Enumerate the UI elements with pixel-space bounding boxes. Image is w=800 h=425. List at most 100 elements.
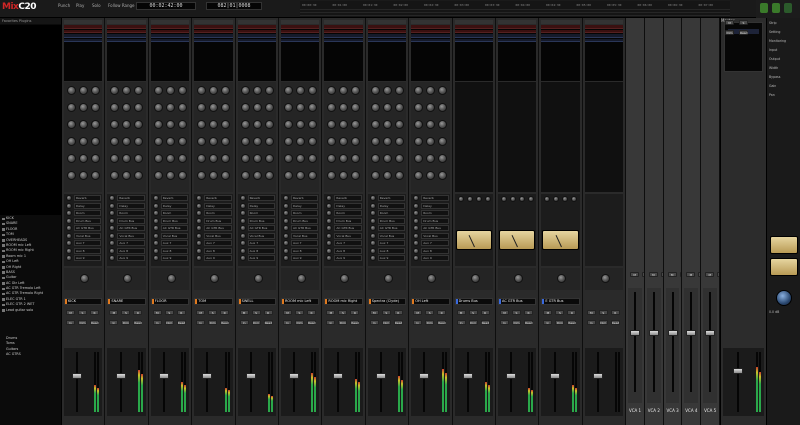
- eq-knob[interactable]: [284, 154, 293, 163]
- pan-knob[interactable]: [210, 274, 220, 283]
- eq-knob[interactable]: [426, 137, 436, 146]
- eq-knob[interactable]: [110, 171, 120, 180]
- insert-slot[interactable]: [324, 34, 363, 38]
- send-knob[interactable]: [283, 195, 289, 201]
- input-button[interactable]: In: [239, 320, 249, 325]
- send-slot[interactable]: Delay: [334, 202, 362, 209]
- mute-button[interactable]: M: [369, 310, 379, 315]
- solo-button[interactable]: S: [468, 310, 478, 315]
- eq-knob[interactable]: [153, 171, 163, 180]
- eq-knob[interactable]: [308, 171, 317, 180]
- pan-knob[interactable]: [470, 274, 480, 283]
- send-knob[interactable]: [369, 225, 376, 231]
- pan-knob[interactable]: [253, 274, 263, 283]
- send-slot[interactable]: Vocal Bus: [160, 232, 189, 239]
- send-knob[interactable]: [326, 202, 333, 209]
- eq-knob[interactable]: [209, 154, 219, 163]
- send-knob[interactable]: [369, 210, 376, 216]
- send-slot[interactable]: Room: [74, 210, 102, 216]
- solo-button[interactable]: S: [78, 310, 87, 315]
- dim-button[interactable]: Dim: [725, 30, 734, 35]
- eq-knob[interactable]: [91, 103, 100, 112]
- eq-knob[interactable]: [79, 103, 88, 112]
- eq-knob[interactable]: [351, 103, 361, 112]
- inspector-gain-knob[interactable]: [776, 290, 792, 306]
- send-knob[interactable]: [152, 217, 159, 224]
- send-slot[interactable]: Delay: [117, 202, 145, 209]
- eq-knob[interactable]: [177, 171, 187, 180]
- send-knob[interactable]: [66, 210, 72, 216]
- eq-knob[interactable]: [370, 103, 380, 112]
- eq-knob[interactable]: [153, 120, 163, 129]
- eq-knob[interactable]: [284, 120, 293, 129]
- send-slot[interactable]: Delay: [160, 202, 189, 209]
- send-slot[interactable]: Room: [204, 210, 232, 216]
- eq-knob[interactable]: [79, 137, 88, 146]
- eq-knob[interactable]: [351, 137, 361, 146]
- eq-knob[interactable]: [308, 86, 317, 95]
- insert-slot[interactable]: [64, 38, 103, 42]
- solo-button[interactable]: S: [555, 310, 565, 315]
- send-knob[interactable]: [326, 240, 333, 246]
- eq-knob[interactable]: [134, 86, 144, 95]
- eq-knob[interactable]: [240, 137, 250, 146]
- eq-knob[interactable]: [252, 86, 262, 95]
- insert-slot[interactable]: [64, 29, 103, 33]
- eq-knob[interactable]: [382, 120, 392, 129]
- insert-slot[interactable]: [411, 38, 450, 42]
- channel-name[interactable]: SNARE: [107, 298, 146, 305]
- solo-button[interactable]: S: [598, 310, 608, 315]
- eq-knob[interactable]: [370, 171, 380, 180]
- solo-button[interactable]: S: [381, 310, 391, 315]
- eq-knob[interactable]: [426, 154, 436, 163]
- eq-knob[interactable]: [67, 120, 76, 129]
- pan-knob[interactable]: [383, 274, 393, 283]
- send-knob[interactable]: [326, 210, 333, 216]
- fader-cap[interactable]: [592, 373, 603, 380]
- eq-knob[interactable]: [426, 103, 436, 112]
- send-slot[interactable]: Aux 8: [377, 247, 406, 254]
- insert-slot[interactable]: [541, 34, 580, 38]
- input-selector[interactable]: [107, 20, 146, 24]
- send-knob[interactable]: [413, 210, 420, 216]
- send-slot[interactable]: Reverb: [377, 195, 406, 201]
- dim-button[interactable]: Dim: [381, 320, 391, 325]
- eq-knob[interactable]: [327, 137, 337, 146]
- auto-button[interactable]: Read: [437, 320, 447, 325]
- eq-knob[interactable]: [414, 171, 424, 180]
- fader-cap[interactable]: [506, 373, 517, 380]
- input-selector[interactable]: [194, 20, 233, 24]
- insert-slot[interactable]: [107, 34, 146, 38]
- eq-knob[interactable]: [284, 171, 293, 180]
- pan-knob[interactable]: [600, 274, 610, 283]
- eq-knob[interactable]: [296, 137, 305, 146]
- eq-knob[interactable]: [177, 120, 187, 129]
- channel-name[interactable]: E GTR Bus: [541, 298, 580, 305]
- solo-button[interactable]: S: [425, 310, 435, 315]
- insert-slot[interactable]: [541, 29, 580, 33]
- auto-button[interactable]: Read: [567, 320, 577, 325]
- send-knob[interactable]: [413, 195, 420, 201]
- send-knob[interactable]: [66, 240, 72, 246]
- eq-knob[interactable]: [110, 86, 120, 95]
- channel-name[interactable]: ROOM mic Right: [324, 298, 363, 305]
- eq-knob[interactable]: [394, 86, 404, 95]
- insert-slot[interactable]: [367, 29, 407, 33]
- fader-cap[interactable]: [705, 330, 716, 336]
- eq-knob[interactable]: [209, 137, 219, 146]
- insert-slot[interactable]: [281, 34, 320, 38]
- insert-slot[interactable]: [454, 34, 493, 38]
- send-slot[interactable]: Room: [421, 210, 449, 216]
- channel-name[interactable]: ROOM mic Left: [281, 298, 320, 305]
- insert-slot[interactable]: [367, 38, 407, 42]
- solo-button[interactable]: S: [512, 310, 521, 315]
- eq-knob[interactable]: [122, 120, 132, 129]
- eq-knob[interactable]: [134, 120, 144, 129]
- eq-knob[interactable]: [110, 120, 120, 129]
- send-slot[interactable]: Aux 9: [117, 255, 145, 261]
- eq-knob[interactable]: [221, 154, 231, 163]
- send-slot[interactable]: Room: [160, 210, 189, 216]
- send-slot[interactable]: Aux 7: [291, 240, 319, 246]
- dim-button[interactable]: Dim: [164, 320, 174, 325]
- insert-slot[interactable]: [411, 34, 450, 38]
